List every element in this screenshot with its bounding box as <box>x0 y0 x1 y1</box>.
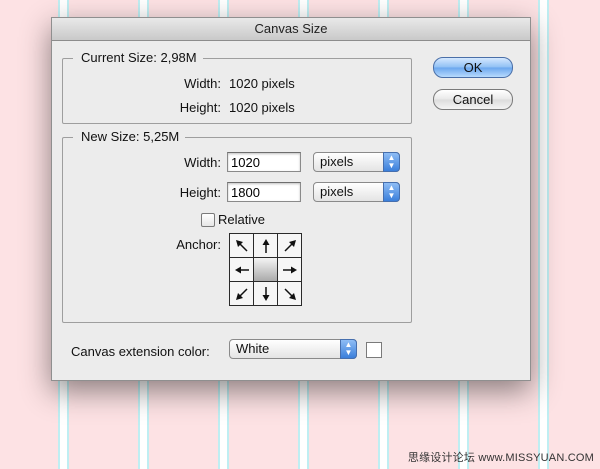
watermark-text: 思缘设计论坛 www.MISSYUAN.COM <box>407 452 594 464</box>
arrow-down-icon <box>262 286 269 301</box>
anchor-left[interactable] <box>229 257 254 282</box>
extension-color-select[interactable]: White ▲ ▼ <box>229 339 357 359</box>
current-width-value: 1020 pixels <box>229 76 295 91</box>
new-width-input[interactable] <box>227 152 301 172</box>
canvas-size-dialog: Canvas Size Current Size: 2,98M Width: 1… <box>51 17 531 381</box>
new-width-label: Width: <box>184 155 221 170</box>
anchor-bottom-left[interactable] <box>229 281 254 306</box>
arrow-up-icon <box>262 238 269 253</box>
current-height-label: Height: <box>179 100 221 115</box>
relative-checkbox[interactable] <box>201 213 215 227</box>
anchor-center[interactable] <box>253 257 278 282</box>
anchor-label: Anchor: <box>176 237 221 252</box>
arrow-up-right-icon <box>283 239 296 252</box>
anchor-bottom-right[interactable] <box>277 281 302 306</box>
extension-color-label: Canvas extension color: <box>71 344 210 359</box>
new-height-unit-select[interactable]: pixels ▲ ▼ <box>313 182 400 202</box>
cancel-button[interactable]: Cancel <box>433 89 513 110</box>
anchor-grid <box>229 233 302 306</box>
new-width-unit-value: pixels <box>320 154 354 169</box>
extension-color-value: White <box>236 341 270 356</box>
anchor-top-left[interactable] <box>229 233 254 258</box>
updown-arrows-icon: ▲ ▼ <box>340 339 357 359</box>
arrow-left-icon <box>234 266 249 273</box>
anchor-top[interactable] <box>253 233 278 258</box>
arrow-down-left-icon <box>235 287 248 300</box>
arrow-down-right-icon <box>283 287 296 300</box>
new-height-unit-value: pixels <box>320 184 354 199</box>
updown-arrows-icon: ▲ ▼ <box>383 182 400 202</box>
arrow-right-icon <box>282 266 297 273</box>
arrow-up-left-icon <box>235 239 248 252</box>
anchor-bottom[interactable] <box>253 281 278 306</box>
extension-color-swatch[interactable] <box>366 342 382 358</box>
current-size-title: Current Size: 2,98M <box>73 50 203 66</box>
ok-button[interactable]: OK <box>433 57 513 78</box>
current-size-group: Current Size: 2,98M Width: 1020 pixels H… <box>62 50 412 124</box>
new-height-label: Height: <box>179 185 221 200</box>
dialog-title: Canvas Size <box>52 18 530 41</box>
new-height-input[interactable] <box>227 182 301 202</box>
updown-arrows-icon: ▲ ▼ <box>383 152 400 172</box>
anchor-right[interactable] <box>277 257 302 282</box>
current-height-value: 1020 pixels <box>229 100 295 115</box>
new-width-unit-select[interactable]: pixels ▲ ▼ <box>313 152 400 172</box>
new-size-title: New Size: 5,25M <box>73 129 186 145</box>
anchor-top-right[interactable] <box>277 233 302 258</box>
relative-label: Relative <box>218 212 265 227</box>
current-width-label: Width: <box>184 76 221 91</box>
